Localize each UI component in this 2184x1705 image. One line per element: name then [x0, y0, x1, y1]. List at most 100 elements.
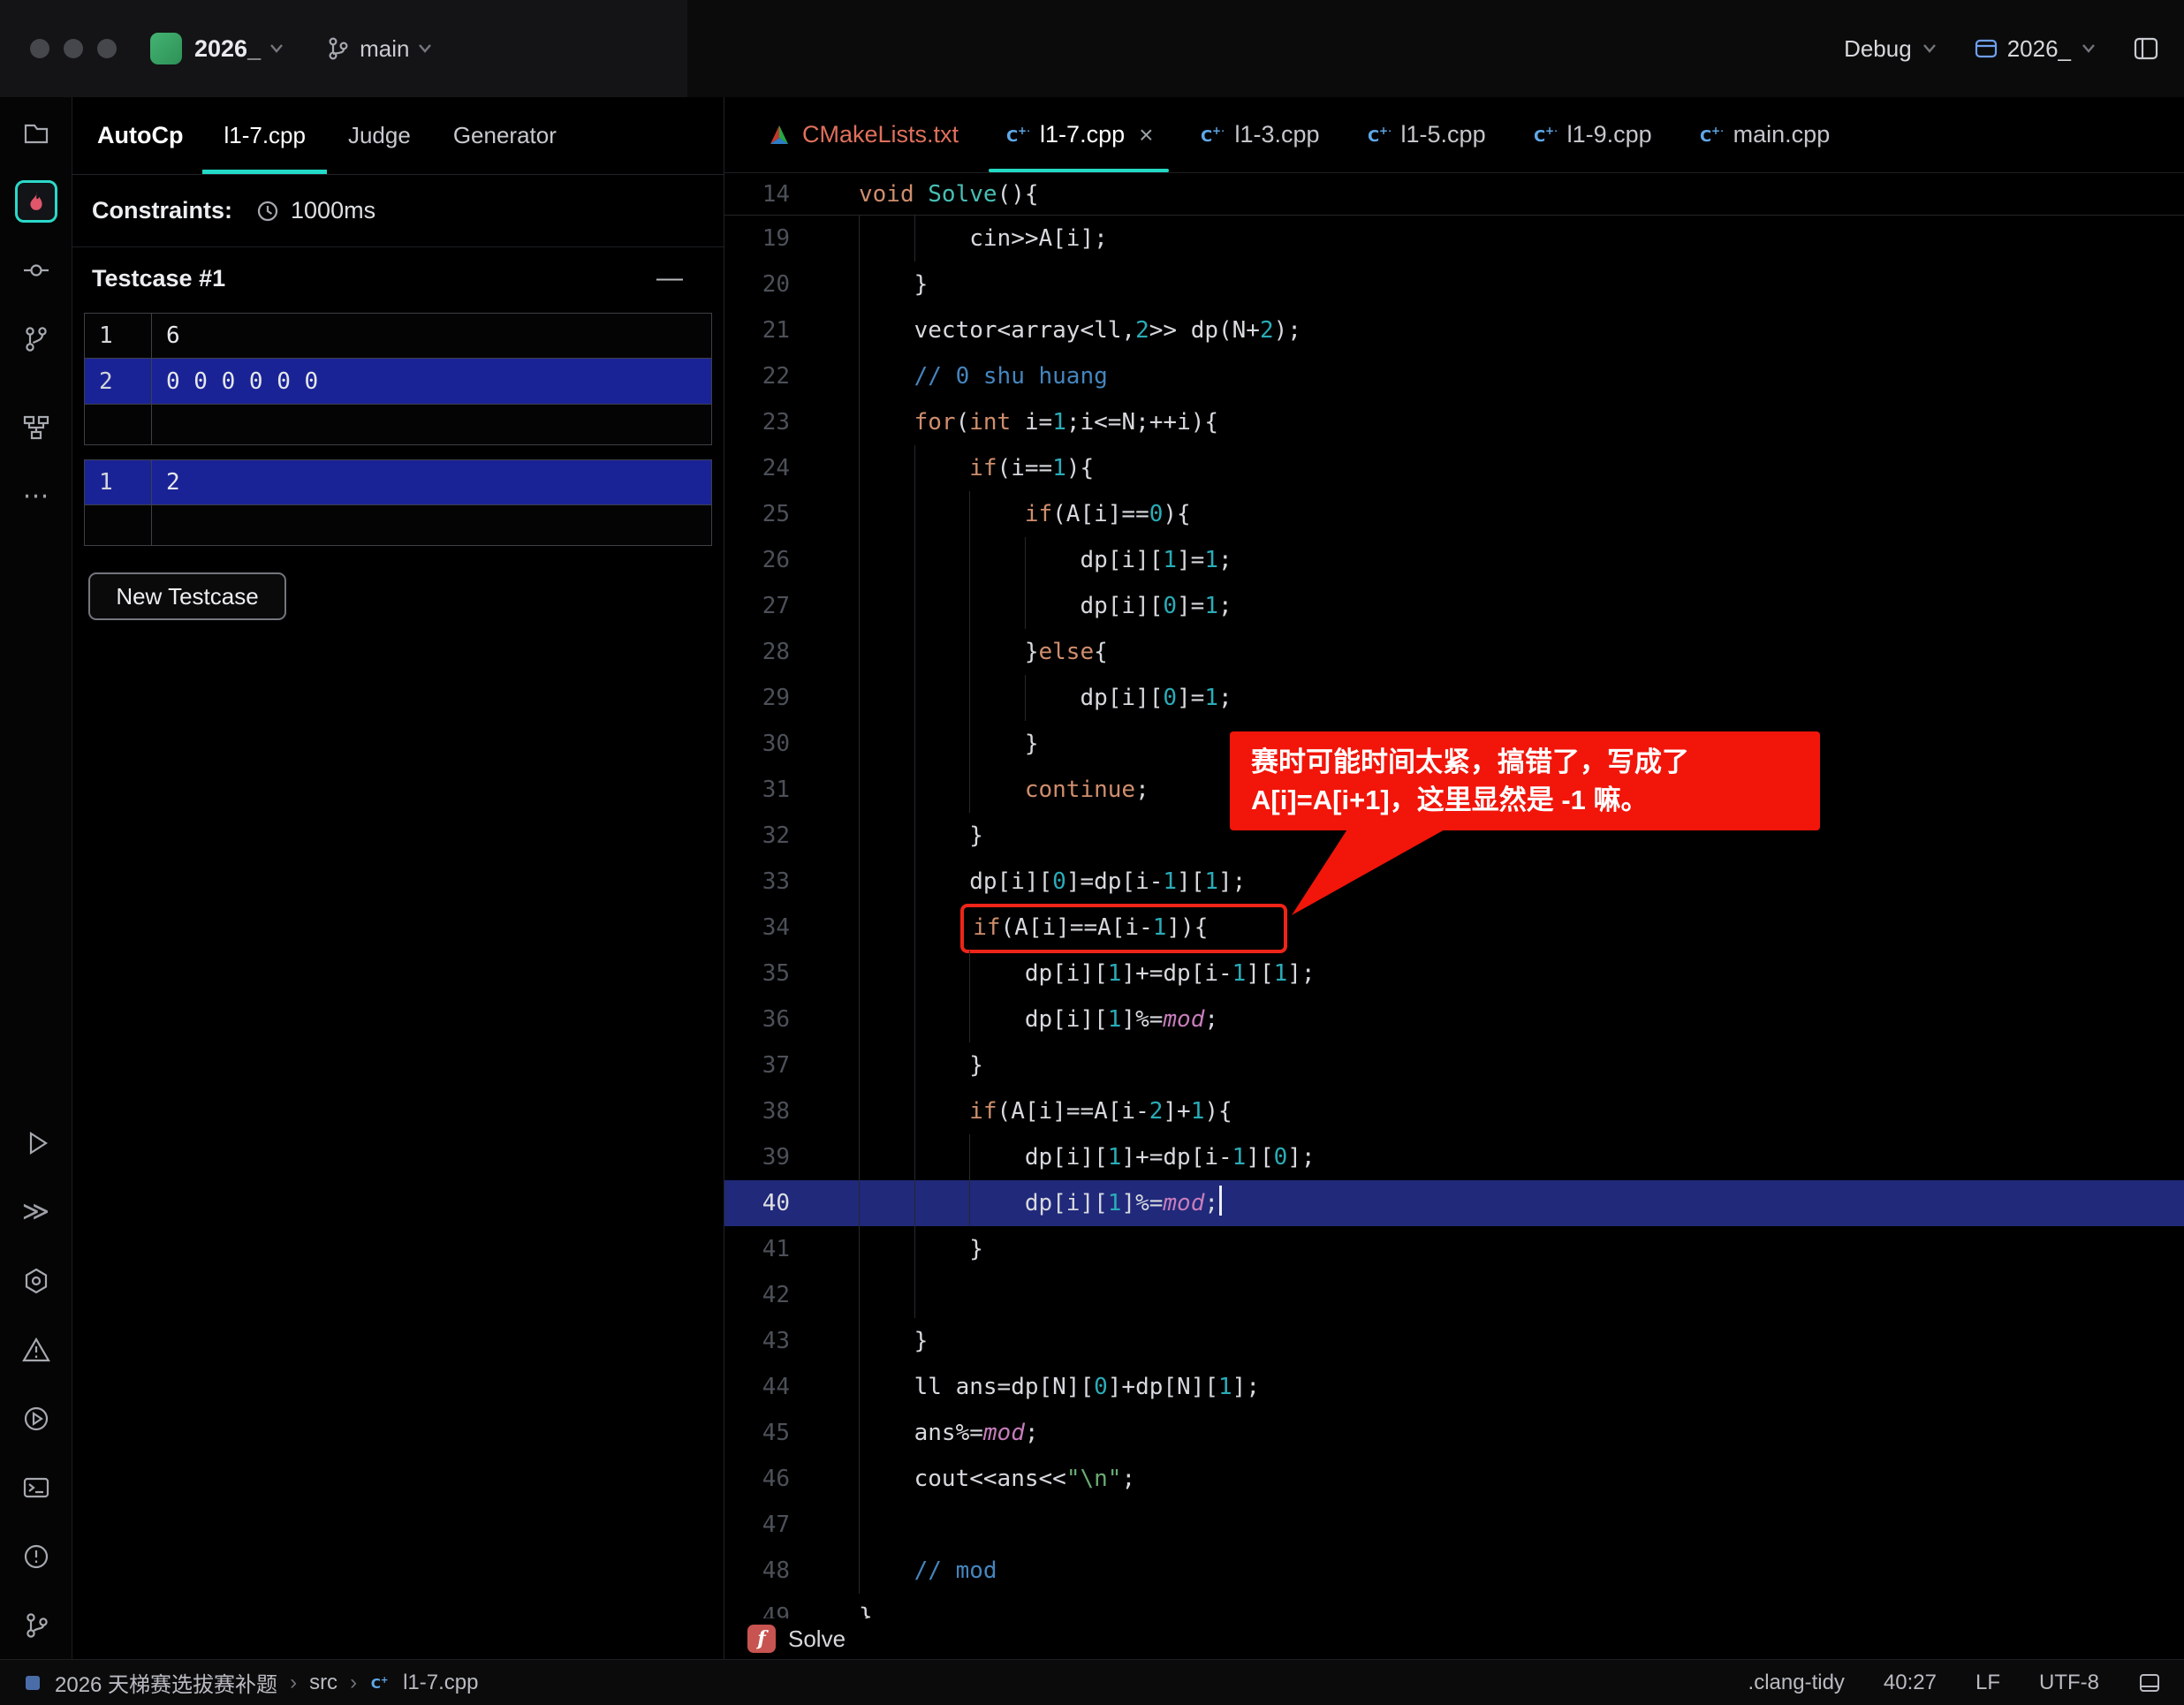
commit-tool-icon[interactable]	[15, 249, 57, 292]
project-tool-icon[interactable]	[15, 111, 57, 154]
code-line-23[interactable]: 23 for(int i=1;i<=N;++i){	[724, 399, 2184, 445]
code-line-43[interactable]: 43 }	[724, 1318, 2184, 1364]
code-line-14[interactable]: 14void Solve(){	[724, 173, 2184, 216]
hide-windows-icon[interactable]: ≫	[15, 1191, 57, 1233]
status-bar: 2026 天梯赛选拔赛补题 › src › C+ l1-7.cpp .clang…	[0, 1659, 2184, 1705]
chevron-down-icon	[1921, 42, 1938, 55]
more-tools-icon[interactable]: ⋯	[15, 475, 57, 518]
line-number: 14	[724, 173, 790, 216]
vcs-graph-tool-icon[interactable]	[15, 318, 57, 360]
code-line-47[interactable]: 47	[724, 1502, 2184, 1548]
editor-tab-l1-3.cpp[interactable]: C++l1-3.cpp	[1176, 97, 1342, 172]
problems-tool-icon[interactable]	[15, 1535, 57, 1578]
code-text: ll ans=dp[N][0]+dp[N][1];	[859, 1364, 1260, 1410]
git-tool-icon[interactable]	[15, 1604, 57, 1647]
code-line-44[interactable]: 44 ll ans=dp[N][0]+dp[N][1];	[724, 1364, 2184, 1410]
line-number: 49	[724, 1594, 790, 1618]
line-number: 43	[724, 1318, 790, 1364]
code-line-27[interactable]: 27 dp[i][0]=1;	[724, 583, 2184, 629]
window-close-button[interactable]	[30, 39, 49, 58]
window-minimize-button[interactable]	[64, 39, 83, 58]
row-value[interactable]: 0 0 0 0 0 0	[152, 359, 711, 404]
code-line-20[interactable]: 20 }	[724, 261, 2184, 307]
warnings-tool-icon[interactable]	[15, 1329, 57, 1371]
line-separator-widget[interactable]: LF	[1975, 1671, 2000, 1695]
code-line-46[interactable]: 46 cout<<ans<<"\n";	[724, 1456, 2184, 1502]
tool-tab-file[interactable]: l1-7.cpp	[202, 97, 327, 174]
tool-tab-generator[interactable]: Generator	[432, 97, 578, 174]
code-text: dp[i][0]=1;	[859, 675, 1232, 721]
services-tool-icon[interactable]	[15, 1260, 57, 1302]
tab-close-icon[interactable]: ×	[1139, 121, 1153, 149]
code-line-19[interactable]: 19 cin>>A[i];	[724, 216, 2184, 261]
code-line-29[interactable]: 29 dp[i][0]=1;	[724, 675, 2184, 721]
code-line-26[interactable]: 26 dp[i][1]=1;	[724, 537, 2184, 583]
code-line-28[interactable]: 28 }else{	[724, 629, 2184, 675]
code-line-37[interactable]: 37 }	[724, 1042, 2184, 1088]
code-line-21[interactable]: 21 vector<array<ll,2>> dp(N+2);	[724, 307, 2184, 353]
code-text: dp[i][0]=1;	[859, 583, 1232, 629]
run-mode-selector[interactable]: Debug	[1844, 35, 1938, 63]
code-line-49[interactable]: 49}	[724, 1594, 2184, 1618]
collapse-testcase-icon[interactable]: —	[656, 263, 683, 293]
project-name[interactable]: 2026_	[194, 35, 261, 63]
code-line-36[interactable]: 36 dp[i][1]%=mod;	[724, 996, 2184, 1042]
profiler-tool-icon[interactable]	[15, 1398, 57, 1440]
line-number: 45	[724, 1410, 790, 1456]
run-config-selector[interactable]: 2026_	[1974, 35, 2097, 63]
code-text	[859, 1502, 914, 1548]
code-text	[859, 1272, 969, 1318]
code-line-40[interactable]: 40 dp[i][1]%=mod;	[724, 1180, 2184, 1226]
editor-tab-main.cpp[interactable]: C++main.cpp	[1675, 97, 1854, 172]
code-line-42[interactable]: 42	[724, 1272, 2184, 1318]
code-line-25[interactable]: 25 if(A[i]==0){	[724, 491, 2184, 537]
input-row-2[interactable]: 20 0 0 0 0 0	[84, 359, 712, 405]
caret-position-widget[interactable]: 40:27	[1884, 1671, 1937, 1695]
code-line-34[interactable]: 34 if(A[i]==A[i-1]){	[724, 905, 2184, 951]
tab-label: l1-5.cpp	[1401, 121, 1486, 148]
input-row-3[interactable]	[84, 405, 712, 445]
new-testcase-button[interactable]: New Testcase	[88, 572, 286, 620]
structure-tool-icon[interactable]	[15, 406, 57, 449]
code-line-24[interactable]: 24 if(i==1){	[724, 445, 2184, 491]
editor-tab-l1-7.cpp[interactable]: C++l1-7.cpp×	[982, 97, 1176, 172]
breadcrumb: 2026 天梯赛选拔赛补题 › src › C+ l1-7.cpp	[23, 1667, 478, 1698]
breadcrumb-file[interactable]: l1-7.cpp	[403, 1671, 478, 1695]
toggle-panel-icon[interactable]	[2133, 35, 2159, 62]
autocp-tool-icon[interactable]	[15, 180, 57, 223]
code-line-33[interactable]: 33 dp[i][0]=dp[i-1][1];	[724, 859, 2184, 905]
code-line-22[interactable]: 22 // 0 shu huang	[724, 353, 2184, 399]
tool-tab-judge[interactable]: Judge	[327, 97, 432, 174]
code-line-35[interactable]: 35 dp[i][1]+=dp[i-1][1];	[724, 951, 2184, 996]
function-breadcrumb[interactable]: Solve	[788, 1625, 846, 1653]
breadcrumb-project[interactable]: 2026 天梯赛选拔赛补题	[55, 1667, 277, 1698]
code-line-48[interactable]: 48 // mod	[724, 1548, 2184, 1594]
cpp-file-icon: C++	[1366, 123, 1391, 148]
editor-tab-CMakeLists.txt[interactable]: CMakeLists.txt	[744, 97, 982, 172]
vcs-widget[interactable]: main	[324, 35, 434, 63]
code-line-38[interactable]: 38 if(A[i]==A[i-2]+1){	[724, 1088, 2184, 1134]
row-value[interactable]	[152, 405, 711, 444]
row-value[interactable]	[152, 505, 711, 545]
editor-tab-l1-9.cpp[interactable]: C++l1-9.cpp	[1509, 97, 1675, 172]
breadcrumb-src[interactable]: src	[309, 1671, 337, 1695]
code-line-41[interactable]: 41 }	[724, 1226, 2184, 1272]
project-icon	[150, 33, 182, 64]
run-tool-icon[interactable]	[15, 1122, 57, 1164]
row-value[interactable]: 6	[152, 314, 711, 358]
row-value[interactable]: 2	[152, 460, 711, 504]
terminal-tool-icon[interactable]	[15, 1466, 57, 1509]
encoding-widget[interactable]: UTF-8	[2039, 1671, 2099, 1695]
expected-row-2[interactable]	[84, 505, 712, 546]
code-line-39[interactable]: 39 dp[i][1]+=dp[i-1][0];	[724, 1134, 2184, 1180]
code-editor[interactable]: 14void Solve(){19 cin>>A[i];20 }21 vecto…	[724, 173, 2184, 1618]
expected-row-1[interactable]: 12	[84, 459, 712, 505]
line-number: 46	[724, 1456, 790, 1502]
code-line-45[interactable]: 45 ans%=mod;	[724, 1410, 2184, 1456]
input-row-1[interactable]: 16	[84, 313, 712, 359]
inspection-profile-widget[interactable]: .clang-tidy	[1748, 1671, 1845, 1695]
reader-mode-icon[interactable]	[2138, 1671, 2161, 1694]
editor-tab-l1-5.cpp[interactable]: C++ l1-5.cpp	[1343, 97, 1509, 172]
window-zoom-button[interactable]	[97, 39, 117, 58]
svg-text:C: C	[1201, 127, 1212, 146]
